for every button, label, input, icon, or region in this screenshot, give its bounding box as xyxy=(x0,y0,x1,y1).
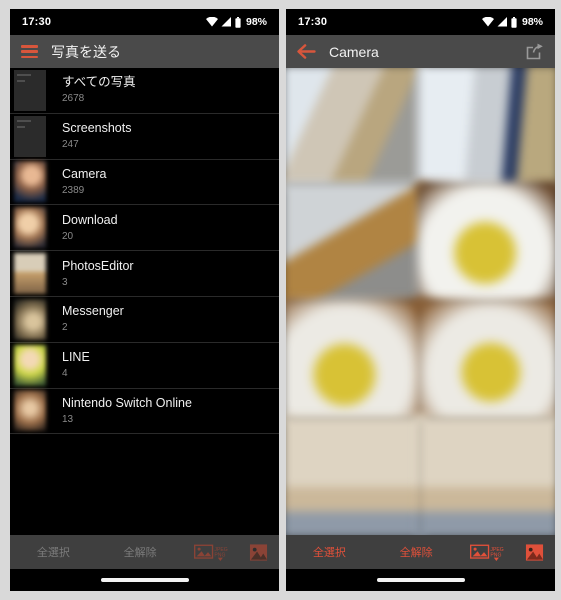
album-thumbnail xyxy=(14,69,46,111)
album-count: 2389 xyxy=(62,184,85,196)
album-name: Camera xyxy=(62,166,107,181)
left-phone-screen: 17:30 98% 写真を送る すべての写真 2678 Screenshots 247… xyxy=(10,9,279,591)
album-count: 20 xyxy=(62,230,74,242)
svg-text:PNG: PNG xyxy=(491,552,502,558)
album-count: 13 xyxy=(62,413,74,425)
right-app-bar: Camera xyxy=(286,35,555,68)
photo-grid-cell[interactable] xyxy=(416,181,555,305)
album-meta: Screenshots 247 xyxy=(62,121,131,151)
album-meta: Download 20 xyxy=(62,213,118,243)
album-meta: LINE 4 xyxy=(62,350,90,380)
photo-grid[interactable] xyxy=(286,68,555,535)
photo-grid-cell[interactable] xyxy=(416,298,555,422)
album-list-item[interactable]: Nintendo Switch Online 13 xyxy=(10,388,279,435)
status-system-icons: 98% xyxy=(205,16,267,28)
album-thumbnail xyxy=(14,115,46,157)
album-meta: Messenger 2 xyxy=(62,304,124,334)
left-nav-bar xyxy=(10,569,279,591)
album-list[interactable]: すべての写真 2678 Screenshots 247 Camera 2389 Downlo… xyxy=(10,68,279,535)
left-app-title: 写真を送る xyxy=(51,43,121,60)
jpeg-png-convert-icon[interactable]: JPEG PNG xyxy=(194,543,228,562)
status-clock: 17:30 xyxy=(298,16,328,28)
right-app-title: Camera xyxy=(329,43,379,60)
signal-icon xyxy=(221,17,231,27)
home-pill-indicator[interactable] xyxy=(100,578,189,582)
deselect-all-button[interactable]: 全解除 xyxy=(97,544,184,560)
album-list-item[interactable]: Screenshots 247 xyxy=(10,113,279,160)
album-count: 3 xyxy=(62,276,68,288)
right-phone-screen: 17:30 98% Camera 全選択 全解除 JPEG PNG xyxy=(286,9,555,591)
left-app-bar: 写真を送る xyxy=(10,35,279,68)
photo-grid-cell[interactable] xyxy=(286,415,425,535)
photo-grid-cell[interactable] xyxy=(416,68,555,188)
signal-icon xyxy=(497,17,507,27)
left-bottom-toolbar: 全選択 全解除 JPEG PNG xyxy=(10,535,279,569)
screenshot-stage: 17:30 98% 写真を送る すべての写真 2678 Screenshots 247… xyxy=(0,0,561,600)
album-name: Screenshots xyxy=(62,121,132,136)
album-list-item[interactable]: PhotosEditor 3 xyxy=(10,251,279,297)
wifi-icon xyxy=(205,17,218,27)
album-thumbnail xyxy=(14,161,46,203)
status-clock: 17:30 xyxy=(22,16,52,28)
album-list-item[interactable]: Messenger 2 xyxy=(10,296,279,343)
select-all-button[interactable]: 全選択 xyxy=(10,544,97,560)
photo-icon[interactable] xyxy=(525,543,544,562)
wifi-icon xyxy=(481,17,494,27)
album-meta: PhotosEditor 3 xyxy=(62,259,134,289)
album-list-item[interactable]: LINE 4 xyxy=(10,342,279,389)
album-list-item[interactable]: すべての写真 2678 xyxy=(10,68,279,114)
album-count: 247 xyxy=(62,139,79,151)
album-meta: Nintendo Switch Online 13 xyxy=(62,396,192,426)
album-name: PhotosEditor xyxy=(62,258,134,273)
photo-grid-cell[interactable] xyxy=(416,415,555,535)
status-system-icons: 98% xyxy=(481,16,543,28)
svg-text:PNG: PNG xyxy=(215,552,226,558)
album-thumbnail xyxy=(14,344,46,386)
album-thumbnail xyxy=(14,207,46,249)
right-toolbar-icons: JPEG PNG xyxy=(460,543,555,562)
album-count: 2678 xyxy=(62,93,85,105)
photo-grid-cell[interactable] xyxy=(286,68,425,188)
back-arrow-icon[interactable] xyxy=(297,44,316,59)
album-name: Nintendo Switch Online xyxy=(62,395,192,410)
left-toolbar-icons: JPEG PNG xyxy=(184,543,279,562)
album-thumbnail xyxy=(14,253,46,295)
album-count: 4 xyxy=(62,368,68,380)
hamburger-icon[interactable] xyxy=(21,45,38,58)
status-bar-right: 17:30 98% xyxy=(286,9,555,35)
photo-grid-cell[interactable] xyxy=(286,298,425,422)
battery-icon xyxy=(511,16,517,28)
deselect-all-button[interactable]: 全解除 xyxy=(373,544,460,560)
share-icon[interactable] xyxy=(526,43,544,60)
jpeg-png-convert-icon[interactable]: JPEG PNG xyxy=(470,543,504,562)
album-thumbnail xyxy=(14,390,46,432)
album-name: Download xyxy=(62,212,118,227)
right-bottom-toolbar: 全選択 全解除 JPEG PNG xyxy=(286,535,555,569)
album-list-item[interactable]: Camera 2389 xyxy=(10,159,279,206)
photo-icon[interactable] xyxy=(249,543,268,562)
album-name: LINE xyxy=(62,350,90,365)
album-thumbnail xyxy=(14,298,46,340)
right-nav-bar xyxy=(286,569,555,591)
status-bar-left: 17:30 98% xyxy=(10,9,279,35)
album-name: すべての写真 xyxy=(62,75,136,90)
album-name: Messenger xyxy=(62,304,124,319)
battery-icon xyxy=(235,16,241,28)
photo-grid-cell[interactable] xyxy=(286,181,425,305)
select-all-button[interactable]: 全選択 xyxy=(286,544,373,560)
album-meta: すべての写真 2678 xyxy=(62,75,136,105)
album-list-item[interactable]: Download 20 xyxy=(10,205,279,252)
album-meta: Camera 2389 xyxy=(62,167,106,197)
battery-percent: 98% xyxy=(521,16,543,28)
album-count: 2 xyxy=(62,322,68,334)
home-pill-indicator[interactable] xyxy=(376,578,465,582)
battery-percent: 98% xyxy=(245,16,267,28)
